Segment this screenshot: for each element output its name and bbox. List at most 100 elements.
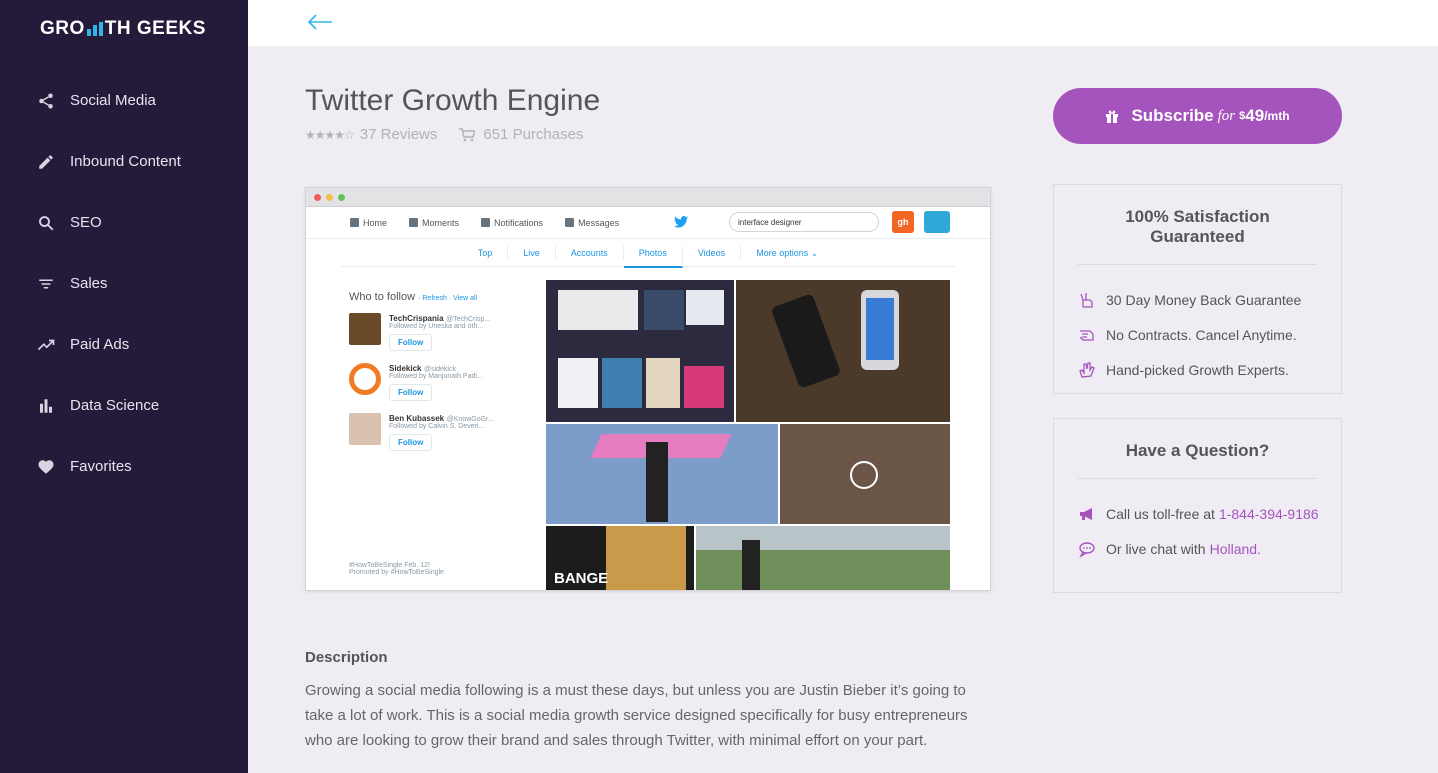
sidebar-item-label: Inbound Content bbox=[70, 153, 181, 170]
logo-bars-icon bbox=[86, 22, 103, 36]
sidebar-item-data-science[interactable]: Data Science bbox=[0, 375, 248, 436]
subscribe-for: for bbox=[1217, 107, 1236, 124]
photo-tile-video bbox=[780, 424, 950, 524]
hand-peace-icon bbox=[1078, 291, 1096, 309]
guarantee-item: Hand-picked Growth Experts. bbox=[1078, 352, 1341, 387]
heart-icon bbox=[37, 458, 55, 476]
photo-grid: BANGE bbox=[546, 280, 950, 590]
sidebar-item-social-media[interactable]: Social Media bbox=[0, 70, 248, 131]
call-label: Call us toll-free at bbox=[1106, 505, 1215, 522]
question-card: Have a Question? Call us toll-free at 1-… bbox=[1053, 418, 1342, 593]
twitter-tabs: Top Live Accounts Photos Videos More opt… bbox=[341, 239, 955, 268]
avatar bbox=[349, 413, 381, 445]
growth-geeks-logo[interactable]: GRO TH GEEKS bbox=[40, 18, 206, 40]
bolt-icon bbox=[409, 218, 419, 227]
follow-name: Sidekick bbox=[389, 364, 422, 373]
chat-row: Or live chat with Holland. bbox=[1078, 531, 1341, 566]
twitter-nav: Home Moments Notifications Messages inte… bbox=[306, 207, 990, 239]
product-screenshot[interactable]: Home Moments Notifications Messages inte… bbox=[305, 187, 991, 591]
sidebar-item-label: Sales bbox=[70, 275, 108, 292]
sidebar: GRO TH GEEKS Social Media Inbound Conten… bbox=[0, 0, 248, 773]
trending-icon bbox=[37, 336, 55, 354]
sidebar-item-favorites[interactable]: Favorites bbox=[0, 436, 248, 497]
price-amount: 49 bbox=[1245, 106, 1265, 125]
logo-text-right: TH GEEKS bbox=[104, 18, 206, 39]
guarantee-item-label: No Contracts. Cancel Anytime. bbox=[1106, 326, 1297, 343]
filter-icon bbox=[37, 275, 55, 293]
rating-stars-icon: ★ ★ ★ ★ ☆ bbox=[305, 127, 355, 142]
twitter-bird-icon bbox=[674, 216, 688, 228]
avatar bbox=[349, 313, 381, 345]
gift-icon bbox=[1106, 110, 1119, 123]
back-arrow-icon[interactable] bbox=[306, 10, 334, 34]
minimize-dot-icon bbox=[326, 193, 333, 201]
tw-tab: Videos bbox=[683, 245, 742, 260]
follow-suggestion: Ben Kubassek @KnowGoGr... Followed by Ca… bbox=[349, 413, 534, 451]
question-heading: Have a Question? bbox=[1078, 419, 1317, 479]
promo-by: Promoted by #HowToBeSingle bbox=[349, 569, 444, 576]
follow-name: Ben Kubassek bbox=[389, 414, 445, 423]
follow-handle: @KnowGoGr... bbox=[446, 416, 494, 423]
promo-tag: #HowToBeSingle Feb. 12! bbox=[349, 562, 430, 569]
follow-button: Follow bbox=[389, 434, 433, 451]
maximize-dot-icon bbox=[338, 193, 345, 201]
tw-tab: Accounts bbox=[556, 245, 624, 260]
logo-text-left: GRO bbox=[40, 18, 85, 39]
close-dot-icon bbox=[314, 193, 321, 201]
subscribe-button[interactable]: Subscribe for $49/mth bbox=[1053, 88, 1342, 144]
guarantee-card: 100% Satisfaction Guaranteed 30 Day Mone… bbox=[1053, 184, 1342, 394]
follow-suggestion: TechCrispania @TechCrisp... Followed by … bbox=[349, 313, 534, 351]
promoted-trend: #HowToBeSingle Feb. 12! Promoted by #How… bbox=[349, 562, 444, 576]
price-period: /mth bbox=[1264, 109, 1290, 123]
browser-chrome bbox=[306, 188, 990, 207]
photo-tile-bang: BANGE bbox=[546, 526, 694, 590]
sidebar-item-label: Favorites bbox=[70, 458, 132, 475]
wtf-heading: Who to follow · Refresh · View all bbox=[349, 291, 534, 303]
megaphone-icon bbox=[1078, 505, 1096, 523]
sidebar-item-seo[interactable]: SEO bbox=[0, 192, 248, 253]
hand-paper-icon bbox=[1078, 326, 1096, 344]
pencil-icon bbox=[37, 153, 55, 171]
follow-suggestion: Sidekick @sidekick Followed by Manjunath… bbox=[349, 363, 534, 401]
sidebar-item-inbound-content[interactable]: Inbound Content bbox=[0, 131, 248, 192]
cart-icon bbox=[459, 127, 476, 141]
share-icon bbox=[37, 92, 55, 110]
twitter-search-field: interface designer bbox=[729, 212, 879, 232]
call-row: Call us toll-free at 1-844-394-9186 bbox=[1078, 496, 1341, 531]
guarantee-item-label: 30 Day Money Back Guarantee bbox=[1106, 291, 1302, 308]
purchases-count: 651 Purchases bbox=[483, 126, 584, 143]
follow-button: Follow bbox=[389, 384, 433, 401]
sidebar-item-paid-ads[interactable]: Paid Ads bbox=[0, 314, 248, 375]
tw-tab-active: Photos bbox=[623, 245, 683, 268]
follow-handle: @sidekick bbox=[423, 366, 456, 373]
page-title: Twitter Growth Engine bbox=[305, 84, 601, 117]
who-to-follow: Who to follow · Refresh · View all TechC… bbox=[349, 291, 534, 463]
bang-text: BANGE bbox=[554, 570, 609, 587]
photo-tile-dashboard bbox=[546, 280, 734, 422]
tw-tab: Top bbox=[463, 245, 509, 260]
gh-avatar: gh bbox=[892, 211, 914, 233]
tw-nav-home: Home bbox=[350, 218, 387, 228]
follow-by: Followed by Manjunath Padi... bbox=[389, 373, 483, 380]
follow-handle: @TechCrisp... bbox=[446, 316, 491, 323]
guarantee-item: No Contracts. Cancel Anytime. bbox=[1078, 317, 1341, 352]
chat-agent-link[interactable]: Holland. bbox=[1210, 541, 1261, 557]
tw-tab: Live bbox=[508, 245, 556, 260]
tw-nav-label: Notifications bbox=[494, 217, 544, 228]
top-bar bbox=[248, 0, 1438, 46]
follow-by: Followed by Uneska and oth... bbox=[389, 323, 484, 330]
description-text: Growing a social media following is a mu… bbox=[305, 682, 968, 749]
guarantee-heading: 100% Satisfaction Guaranteed bbox=[1078, 185, 1317, 265]
sidebar-item-sales[interactable]: Sales bbox=[0, 253, 248, 314]
tw-nav-messages: Messages bbox=[565, 218, 619, 228]
phone-link[interactable]: 1-844-394-9186 bbox=[1219, 506, 1319, 522]
tw-nav-notifications: Notifications bbox=[481, 218, 543, 228]
follow-button: Follow bbox=[389, 334, 433, 351]
photo-tile-phones bbox=[736, 280, 950, 422]
guarantee-item-label: Hand-picked Growth Experts. bbox=[1106, 361, 1289, 378]
tw-nav-label: Messages bbox=[578, 217, 620, 228]
chat-bubble-icon bbox=[1078, 540, 1096, 558]
follow-by: Followed by Calvin S. Deveri... bbox=[389, 423, 485, 430]
reviews-count[interactable]: 37 Reviews bbox=[360, 126, 438, 143]
sidebar-item-label: Data Science bbox=[70, 397, 160, 414]
